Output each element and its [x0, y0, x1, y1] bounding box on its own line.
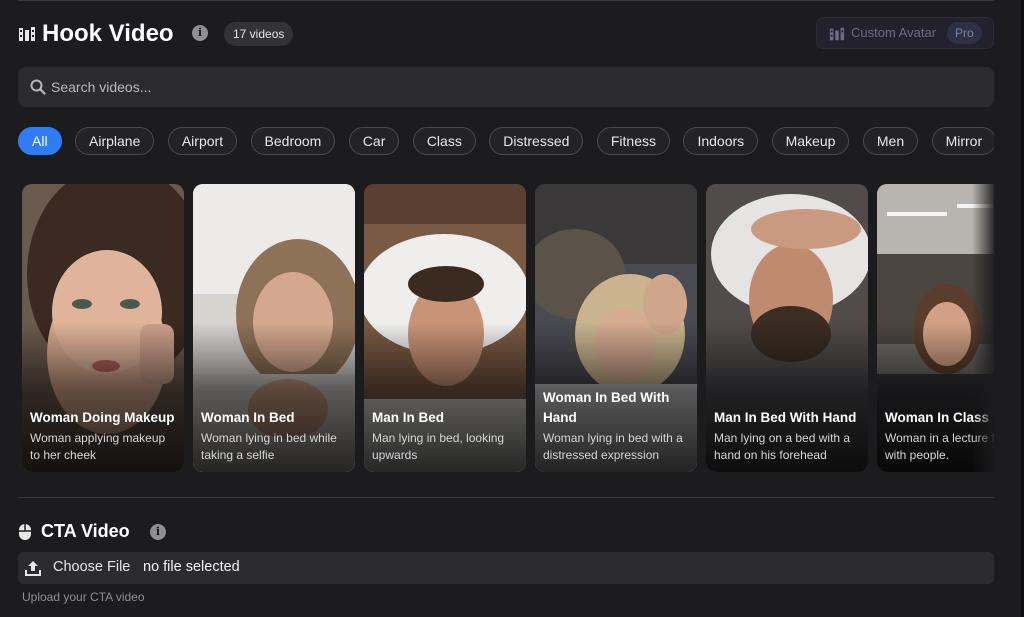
filter-chip-makeup[interactable]: Makeup [771, 127, 850, 155]
film-strip-icon [829, 27, 845, 41]
top-divider [18, 0, 994, 1]
video-card-woman-doing-makeup[interactable]: Woman Doing Makeup Woman applying makeup… [22, 184, 184, 472]
filter-chip-airplane[interactable]: Airplane [75, 127, 155, 155]
filter-chip-fitness[interactable]: Fitness [596, 127, 670, 155]
custom-avatar-button[interactable]: Custom Avatar Pro [816, 17, 994, 49]
filter-chip-airport[interactable]: Airport [167, 127, 238, 155]
file-status-text: no file selected [143, 559, 240, 575]
file-upload-field[interactable]: Choose File no file selected [18, 552, 994, 584]
film-strip-icon [19, 27, 35, 41]
card-description: Woman applying makeup to her cheek [30, 431, 166, 462]
choose-file-button[interactable]: Choose File [53, 552, 130, 582]
info-icon[interactable]: i [150, 524, 166, 540]
filter-chip-bedroom[interactable]: Bedroom [250, 127, 336, 155]
card-description: Woman lying in bed while taking a selfie [201, 431, 337, 462]
search-icon [30, 79, 46, 95]
hook-video-header: Hook Video i 17 videos Custom Avatar Pro [18, 17, 994, 50]
pro-badge: Pro [947, 22, 982, 44]
card-description: Woman lying in bed with a distressed exp… [543, 431, 683, 462]
page-title: Hook Video [42, 20, 174, 47]
video-card-woman-in-bed[interactable]: Woman In Bed Woman lying in bed while ta… [193, 184, 355, 472]
section-divider [18, 497, 994, 498]
filter-chip-car[interactable]: Car [348, 127, 400, 155]
card-text: Man In Bed With Hand Man lying on a bed … [714, 408, 862, 463]
upload-icon [25, 561, 41, 576]
filter-chip-mirror[interactable]: Mirror [931, 127, 994, 155]
card-text: Woman Doing Makeup Woman applying makeup… [30, 408, 178, 463]
search-bar [18, 67, 994, 107]
custom-avatar-label: Custom Avatar [851, 25, 937, 40]
upload-helper-text: Upload your CTA video [22, 590, 145, 604]
cta-title: CTA Video [41, 521, 130, 541]
filter-chip-indoors[interactable]: Indoors [683, 127, 759, 155]
filter-chip-all[interactable]: All [18, 127, 62, 155]
filter-chip-distressed[interactable]: Distressed [489, 127, 584, 155]
card-title: Woman In Bed With Hand [543, 390, 670, 425]
video-card-man-in-bed-with-hand[interactable]: Man In Bed With Hand Man lying on a bed … [706, 184, 868, 472]
video-card-woman-in-bed-with-hand[interactable]: Woman In Bed With Hand Woman lying in be… [535, 184, 697, 472]
filter-chip-class[interactable]: Class [412, 127, 476, 155]
cards-scroll-fade [972, 184, 994, 474]
page: Hook Video i 17 videos Custom Avatar Pro… [0, 0, 1024, 617]
card-description: Man lying in bed, looking upwards [372, 431, 505, 462]
card-title: Man In Bed [372, 410, 445, 425]
video-cards-row: Woman Doing Makeup Woman applying makeup… [22, 184, 994, 474]
video-card-man-in-bed[interactable]: Man In Bed Man lying in bed, looking upw… [364, 184, 526, 472]
card-description: Man lying on a bed with a hand on his fo… [714, 431, 851, 462]
mouse-icon [19, 524, 31, 540]
search-input[interactable] [51, 67, 971, 107]
card-text: Woman In Bed Woman lying in bed while ta… [201, 408, 349, 463]
card-text: Man In Bed Man lying in bed, looking upw… [372, 408, 520, 463]
info-icon[interactable]: i [192, 25, 208, 41]
card-title: Man In Bed With Hand [714, 410, 857, 425]
card-title: Woman Doing Makeup [30, 410, 175, 425]
card-text: Woman In Bed With Hand Woman lying in be… [543, 388, 691, 463]
cta-video-header: CTA Video i [18, 518, 618, 544]
card-title: Woman In Bed [201, 410, 295, 425]
filter-chip-men[interactable]: Men [862, 127, 919, 155]
filter-chips: All Airplane Airport Bedroom Car Class D… [18, 127, 994, 157]
video-count-badge: 17 videos [224, 22, 294, 46]
